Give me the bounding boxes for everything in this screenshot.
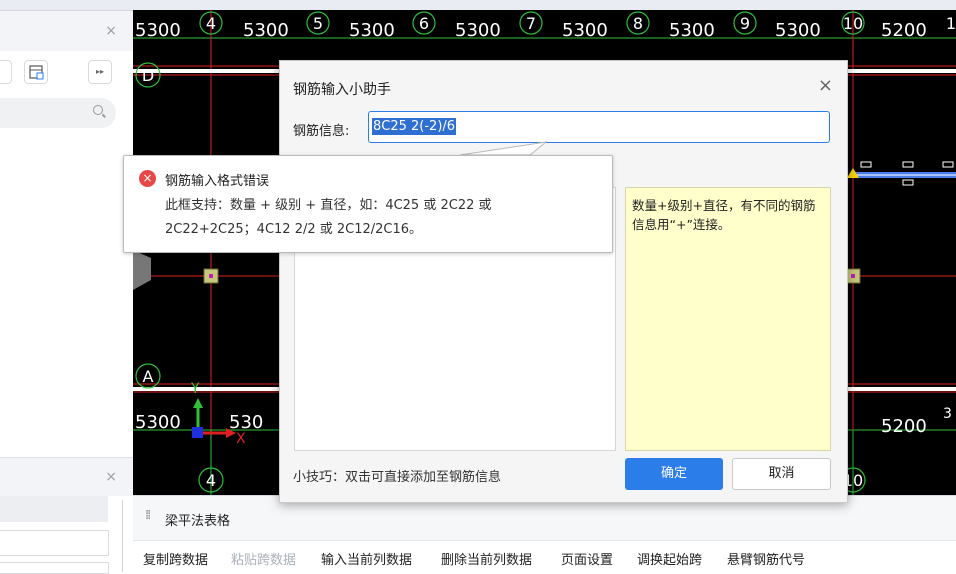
- beam-table-toolbar: 复制跨数据 粘贴跨数据 输入当前列数据 删除当前列数据 页面设置 调换起始跨 悬…: [133, 540, 956, 574]
- app-topbar: [133, 0, 956, 10]
- left-panel-header-2: ×: [0, 457, 133, 496]
- list-item[interactable]: [0, 562, 109, 574]
- rebar-info-value: 8C25 2(-2)/6: [372, 118, 457, 135]
- input-column-button[interactable]: 输入当前列数据: [321, 549, 412, 568]
- page-setup-button[interactable]: 页面设置: [561, 549, 613, 568]
- ok-button[interactable]: 确定: [625, 458, 723, 490]
- span-dimension: 5300: [455, 20, 501, 41]
- copy-span-button[interactable]: 复制跨数据: [143, 549, 208, 568]
- span-dimension: 3: [943, 406, 952, 422]
- drag-handle-icon[interactable]: ⁞⁞: [145, 508, 151, 523]
- span-dimension: 5300: [135, 412, 181, 433]
- axis-label: 1: [946, 14, 956, 33]
- dialog-title: 钢筋输入小助手: [293, 82, 391, 98]
- error-message-line-2: 2C22+2C25；4C12 2/2 或 2C12/2C16。: [165, 222, 423, 237]
- rebar-info-input[interactable]: 8C25 2(-2)/6: [368, 111, 830, 143]
- span-dimension: 5300: [669, 20, 715, 41]
- left-topbar: [0, 0, 133, 11]
- error-icon: ×: [139, 170, 156, 187]
- axis-label: 6: [419, 14, 429, 33]
- paste-span-button[interactable]: 粘贴跨数据: [231, 549, 296, 568]
- left-panel: × ▸▸ ×: [0, 0, 133, 574]
- axis-label: 10: [843, 14, 863, 33]
- rebar-info-label: 钢筋信息:: [293, 124, 350, 139]
- tip-text: 小技巧：双击可直接添加至钢筋信息: [293, 470, 502, 485]
- list-item[interactable]: [0, 530, 109, 556]
- expand-icon[interactable]: ▸▸: [88, 60, 112, 84]
- span-dimension: 5300: [243, 20, 289, 41]
- axis-label: 5: [313, 14, 323, 33]
- tool-button[interactable]: [0, 60, 12, 84]
- search-icon: [93, 105, 103, 115]
- span-dimension: 5200: [881, 416, 927, 437]
- axis-label: 9: [740, 14, 750, 33]
- hint-text: 数量+级别+直径，有不同的钢筋信息用“+”连接。: [632, 198, 816, 232]
- close-icon-2[interactable]: ×: [105, 469, 117, 485]
- search-input[interactable]: [0, 98, 116, 128]
- close-icon[interactable]: ×: [818, 75, 833, 96]
- row-label: A: [143, 367, 154, 386]
- row-label: D: [142, 66, 154, 85]
- error-tooltip: × 钢筋输入格式错误 此框支持：数量 + 级别 + 直径，如：4C25 或 2C…: [123, 155, 613, 253]
- error-message-line-1: 此框支持：数量 + 级别 + 直径，如：4C25 或 2C22 或: [165, 198, 492, 213]
- error-title: 钢筋输入格式错误: [165, 174, 270, 189]
- svg-text:X: X: [236, 431, 246, 447]
- span-dimension: 530: [229, 412, 263, 433]
- hint-panel: 数量+级别+直径，有不同的钢筋信息用“+”连接。: [625, 187, 831, 451]
- divider: [122, 500, 123, 572]
- beam-table-panel: ⁞⁞ 梁平法表格 复制跨数据 粘贴跨数据 输入当前列数据 删除当前列数据 页面设…: [133, 495, 956, 574]
- delete-column-button[interactable]: 删除当前列数据: [441, 549, 532, 568]
- span-dimension: 5300: [349, 20, 395, 41]
- rebar-input-dialog: 钢筋输入小助手 × 钢筋信息: 8C25 2(-2)/6 数量+级别+直径，有不…: [279, 60, 848, 503]
- span-dimension: 5300: [775, 20, 821, 41]
- cantilever-code-button[interactable]: 悬臂钢筋代号: [727, 549, 805, 568]
- span-dimension: 5300: [135, 20, 181, 41]
- span-dimension: 5200: [881, 20, 927, 41]
- axis-label: 4: [206, 14, 216, 33]
- list-item[interactable]: [0, 496, 108, 522]
- svg-text:Y: Y: [190, 381, 200, 397]
- panel-title: 梁平法表格: [165, 514, 231, 529]
- axis-label: 4: [206, 471, 216, 490]
- close-icon[interactable]: ×: [105, 23, 117, 39]
- axis-label: 8: [633, 14, 643, 33]
- axis-label: 7: [526, 14, 536, 33]
- swap-start-span-button[interactable]: 调换起始跨: [637, 549, 702, 568]
- left-panel-header: ×: [0, 11, 133, 51]
- span-dimension: 5300: [562, 20, 608, 41]
- calendar-icon[interactable]: [24, 60, 48, 84]
- cancel-button[interactable]: 取消: [732, 458, 831, 490]
